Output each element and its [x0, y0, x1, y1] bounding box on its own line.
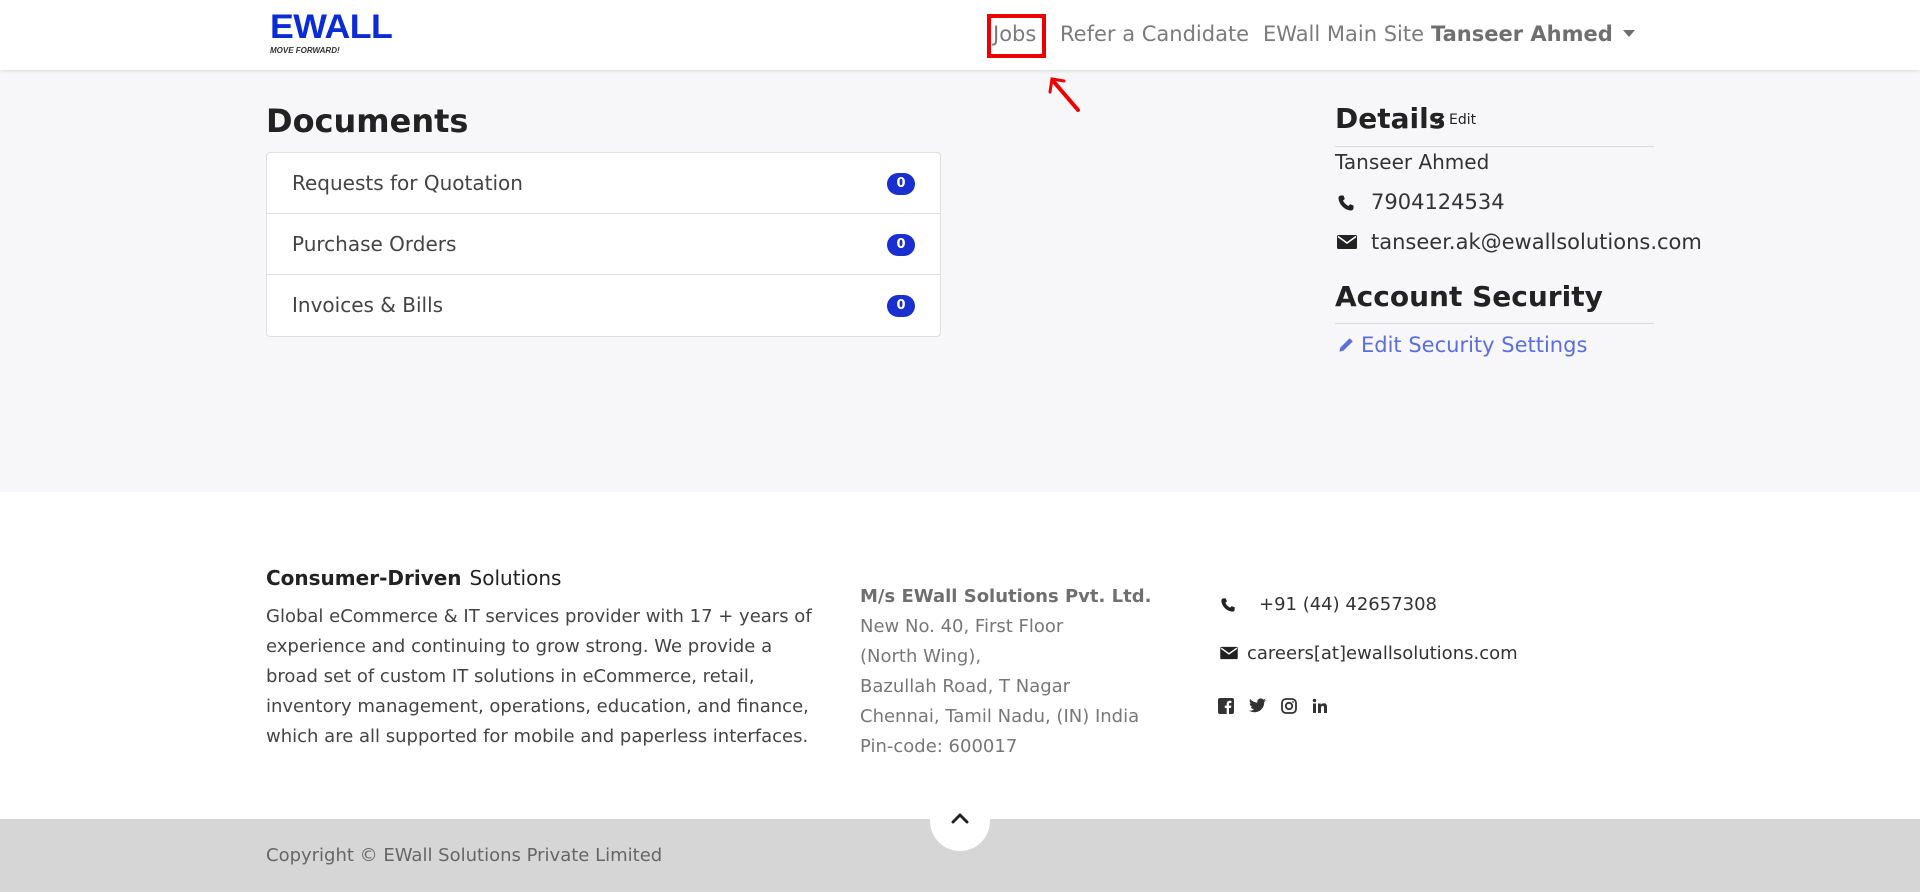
footer-heading-rest: Solutions	[469, 566, 562, 590]
social-links	[1218, 697, 1338, 718]
details-title: Details	[1335, 102, 1446, 135]
instagram-icon[interactable]	[1281, 697, 1298, 718]
footer-address: M/s EWall Solutions Pvt. Ltd. New No. 40…	[860, 582, 1151, 762]
facebook-icon[interactable]	[1218, 697, 1234, 718]
brand-name: EWALL	[270, 8, 393, 46]
security-divider	[1335, 323, 1654, 324]
brand-tagline: MOVE FORWARD!	[270, 46, 340, 55]
footer-heading: Consumer-Driven Solutions	[266, 566, 561, 590]
document-item-invoices[interactable]: Invoices & Bills 0	[267, 275, 940, 336]
back-to-top-button[interactable]	[930, 791, 990, 851]
account-security-title: Account Security	[1335, 280, 1603, 313]
details-phone-text: 7904124534	[1371, 190, 1505, 214]
footer-company-name: M/s EWall Solutions Pvt. Ltd.	[860, 586, 1152, 607]
user-menu-label: Tanseer Ahmed	[1431, 22, 1613, 46]
envelope-icon	[1337, 235, 1357, 249]
footer-heading-bold: Consumer-Driven	[266, 566, 462, 590]
count-badge: 0	[887, 234, 915, 256]
annotation-arrow-icon	[1048, 77, 1080, 112]
linkedin-icon[interactable]	[1312, 698, 1328, 718]
edit-details-link[interactable]: Edit	[1434, 112, 1476, 128]
footer-address-line: Chennai, Tamil Nadu, (IN) India	[860, 706, 1140, 727]
document-item-purchase-orders[interactable]: Purchase Orders 0	[267, 214, 940, 275]
caret-down-icon	[1622, 29, 1635, 37]
chevron-up-icon	[951, 813, 969, 824]
user-menu-dropdown[interactable]: Tanseer Ahmed	[1431, 22, 1635, 46]
footer-address-line: (North Wing),	[860, 646, 982, 667]
navbar: EWALL MOVE FORWARD! Jobs Refer a Candida…	[0, 0, 1920, 70]
pencil-icon	[1339, 337, 1353, 352]
pencil-icon	[1435, 114, 1445, 124]
details-divider	[1335, 146, 1654, 147]
annotation-highlight-box	[987, 14, 1046, 58]
phone-icon	[1221, 598, 1235, 612]
documents-list: Requests for Quotation 0 Purchase Orders…	[266, 152, 941, 337]
details-email-text: tanseer.ak@ewallsolutions.com	[1371, 230, 1702, 254]
count-badge: 0	[887, 173, 915, 195]
edit-details-label: Edit	[1449, 112, 1477, 128]
footer-email-text: careers[at]ewallsolutions.com	[1247, 643, 1518, 664]
footer-phone-text: +91 (44) 42657308	[1259, 594, 1437, 615]
footer-description: Global eCommerce & IT services provider …	[266, 606, 812, 747]
documents-title: Documents	[266, 102, 469, 140]
nav-link-refer-candidate[interactable]: Refer a Candidate	[1060, 22, 1249, 46]
count-badge: 0	[887, 295, 915, 317]
nav-link-main-site[interactable]: EWall Main Site	[1263, 22, 1424, 46]
document-item-label: Purchase Orders	[292, 232, 457, 256]
copyright-text: Copyright © EWall Solutions Private Limi…	[266, 845, 663, 866]
brand-logo[interactable]: EWALL MOVE FORWARD!	[270, 10, 393, 55]
twitter-icon[interactable]	[1249, 698, 1267, 717]
footer-address-line: New No. 40, First Floor	[860, 616, 1064, 637]
document-item-rfq[interactable]: Requests for Quotation 0	[267, 153, 940, 214]
document-item-label: Requests for Quotation	[292, 171, 523, 195]
document-item-label: Invoices & Bills	[292, 293, 444, 317]
footer-address-line: Bazullah Road, T Nagar	[860, 676, 1071, 697]
edit-security-settings-label: Edit Security Settings	[1361, 333, 1588, 357]
details-name: Tanseer Ahmed	[1335, 150, 1490, 174]
footer-address-line: Pin-code: 600017	[860, 736, 1018, 757]
phone-icon	[1338, 195, 1354, 211]
edit-security-settings-link[interactable]: Edit Security Settings	[1338, 333, 1587, 357]
envelope-icon	[1220, 646, 1238, 660]
